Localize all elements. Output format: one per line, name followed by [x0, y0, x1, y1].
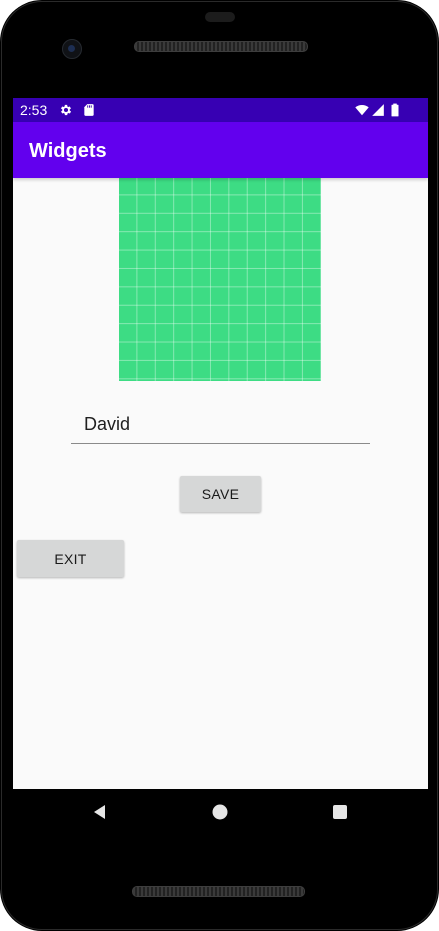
earpiece-slot: [205, 12, 235, 22]
bottom-speaker-grille: [132, 886, 305, 897]
name-input[interactable]: [71, 406, 370, 444]
battery-icon: [391, 103, 399, 117]
phone-frame: 2:53 Widgets David SAVE EXIT: [0, 0, 439, 931]
device-screen: 2:53 Widgets David SAVE EXIT: [13, 98, 428, 789]
gear-icon: [60, 104, 72, 116]
status-time: 2:53: [20, 102, 48, 118]
back-icon[interactable]: [89, 801, 111, 823]
grid-image: [119, 178, 321, 381]
save-button[interactable]: SAVE: [180, 476, 261, 512]
app-bar: Widgets: [13, 122, 428, 178]
front-camera: [62, 39, 82, 59]
exit-button[interactable]: EXIT: [17, 540, 124, 577]
app-title: Widgets: [29, 140, 107, 162]
wifi-icon: [355, 105, 369, 116]
status-bar: 2:53: [13, 98, 428, 122]
navigation-bar: [13, 789, 428, 836]
sd-card-icon: [84, 104, 94, 116]
recents-icon[interactable]: [329, 801, 351, 823]
home-icon[interactable]: [209, 801, 231, 823]
cell-signal-icon: [372, 104, 384, 116]
top-speaker-grille: [134, 41, 308, 52]
